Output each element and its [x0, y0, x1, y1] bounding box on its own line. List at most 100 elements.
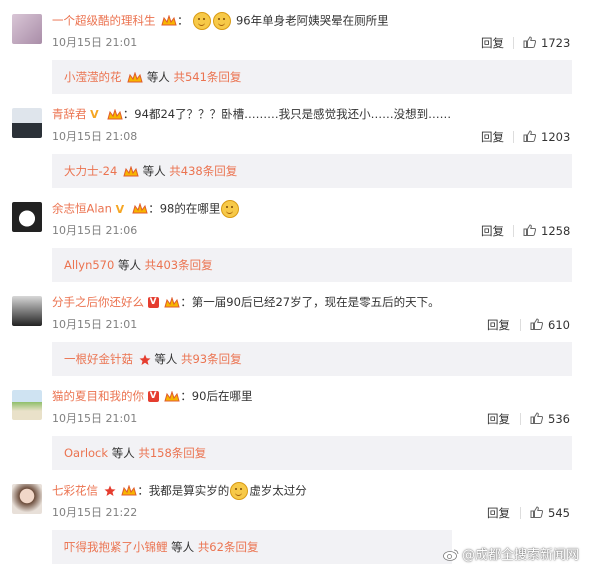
avatar[interactable] [12, 484, 42, 514]
like-button[interactable]: 1203 [513, 130, 570, 144]
vip-crown-icon [127, 71, 143, 82]
comment-header: 余志恒Alan V ：98的在哪里 [52, 200, 240, 218]
thumbs-up-icon [530, 318, 543, 330]
like-count: 610 [548, 318, 570, 332]
reply-summary[interactable]: 吓得我抱紧了小锦鲤 等人 共62条回复 [52, 530, 452, 564]
comment-header: 七彩花信 ：我都是算实岁的 虚岁太过分 [52, 482, 307, 500]
reply-user[interactable]: 一根好金针菇 [64, 352, 133, 366]
reply-count-link[interactable]: 共541条回复 [173, 70, 241, 84]
reply-button[interactable]: 回复 [481, 224, 504, 238]
comment-time: 10月15日 21:01 [52, 36, 138, 49]
like-button[interactable]: 1258 [513, 224, 570, 238]
reply-user[interactable]: Oarlock [64, 446, 108, 460]
reply-button[interactable]: 回复 [487, 506, 510, 520]
username[interactable]: 青辞君 [52, 107, 87, 121]
avatar[interactable] [12, 14, 42, 44]
reply-mid: 等人 [154, 352, 178, 366]
avatar[interactable] [12, 108, 42, 138]
comment-header: 青辞君 V ：94都24了？？？卧槽………我只是感觉我还小……没想到…… [52, 106, 451, 122]
thumbs-up-icon [523, 224, 536, 236]
reply-mid: 等人 [142, 164, 166, 178]
comment-time: 10月15日 21:06 [52, 224, 138, 237]
smile-emoji-icon [213, 12, 232, 30]
username[interactable]: 猫的夏目和我的你 [52, 389, 144, 403]
reply-button[interactable]: 回复 [487, 318, 510, 332]
divider [520, 507, 521, 519]
laugh-cry-emoji-icon [230, 482, 249, 500]
like-button[interactable]: 610 [520, 318, 570, 332]
comment-text: ：90后在哪里 [180, 389, 253, 403]
star-icon [104, 485, 116, 496]
reply-summary[interactable]: Allyn570 等人 共403条回复 [52, 248, 572, 282]
like-count: 1723 [541, 36, 571, 50]
reply-button[interactable]: 回复 [487, 412, 510, 426]
comment-header: 一个超级酷的理科生 ： 96年单身老阿姨哭晕在厕所里 [52, 12, 389, 30]
reply-count-link[interactable]: 共438条回复 [169, 164, 237, 178]
thumbs-up-icon [523, 130, 536, 142]
like-button[interactable]: 545 [520, 506, 570, 520]
reply-mid: 等人 [111, 446, 135, 460]
comment-text: 96年单身老阿姨哭晕在厕所里 [235, 13, 389, 28]
reply-button[interactable]: 回复 [481, 130, 504, 144]
comment-time: 10月15日 21:22 [52, 506, 138, 519]
username[interactable]: 七彩花信 [52, 484, 98, 498]
verified-v-icon: V [115, 202, 125, 216]
avatar[interactable] [12, 202, 42, 232]
comment-header: 猫的夏目和我的你 V ：90后在哪里 [52, 388, 252, 404]
vip-crown-icon [123, 165, 139, 176]
reply-user[interactable]: Allyn570 [64, 258, 114, 272]
reply-button[interactable]: 回复 [481, 36, 504, 50]
comment-text: ：我都是算实岁的 [137, 483, 230, 498]
username[interactable]: 余志恒Alan [52, 202, 112, 216]
vip-crown-icon [164, 296, 180, 307]
watermark: @成都全搜索新闻网 [443, 544, 579, 563]
reply-user[interactable]: 大力士-24 [64, 164, 117, 178]
verified-v-icon: V [147, 297, 159, 308]
like-button[interactable]: 536 [520, 412, 570, 426]
thumbs-up-icon [530, 506, 543, 518]
watermark-text: @成都全搜索新闻网 [461, 548, 579, 563]
comment-text-tail: 虚岁太过分 [249, 483, 307, 498]
vip-crown-icon [161, 15, 177, 26]
reply-summary[interactable]: 小滢滢的花 等人 共541条回复 [52, 60, 572, 94]
reply-user[interactable]: 吓得我抱紧了小锦鲤 [64, 540, 168, 554]
comment-time: 10月15日 21:08 [52, 130, 138, 143]
username[interactable]: 分手之后你还好么 [52, 295, 144, 309]
reply-summary[interactable]: 大力士-24 等人 共438条回复 [52, 154, 572, 188]
reply-count-link[interactable]: 共62条回复 [198, 540, 259, 554]
reply-mid: 等人 [171, 540, 195, 554]
reply-summary[interactable]: 一根好金针菇 等人 共93条回复 [52, 342, 572, 376]
divider [513, 225, 514, 237]
comment-header: 分手之后你还好么 V ：第一届90后已经27岁了，现在是零五后的天下。 [52, 294, 440, 310]
avatar[interactable] [12, 296, 42, 326]
vip-crown-icon [164, 390, 180, 401]
smile-emoji-icon [221, 200, 240, 218]
comment-time: 10月15日 21:01 [52, 318, 138, 331]
like-count: 1203 [541, 130, 571, 144]
reply-summary[interactable]: Oarlock 等人 共158条回复 [52, 436, 572, 470]
smile-emoji-icon [193, 12, 212, 30]
verified-v-icon: V [147, 391, 159, 402]
like-button[interactable]: 1723 [513, 36, 570, 50]
divider [513, 131, 514, 143]
reply-count-link[interactable]: 共158条回复 [138, 446, 206, 460]
divider [520, 319, 521, 331]
comment-time: 10月15日 21:01 [52, 412, 138, 425]
vip-crown-icon [132, 203, 148, 214]
thumbs-up-icon [523, 36, 536, 48]
like-count: 1258 [541, 224, 571, 238]
vip-crown-icon [121, 485, 137, 496]
avatar[interactable] [12, 390, 42, 420]
star-icon [139, 354, 151, 365]
comment-text: ：94都24了？？？卧槽………我只是感觉我还小……没想到…… [122, 107, 452, 121]
reply-mid: 等人 [146, 70, 170, 84]
comment-text: ：第一届90后已经27岁了，现在是零五后的天下。 [180, 295, 440, 309]
username[interactable]: 一个超级酷的理科生 [52, 14, 156, 28]
like-count: 545 [548, 506, 570, 520]
reply-mid: 等人 [117, 258, 141, 272]
reply-user[interactable]: 小滢滢的花 [64, 70, 122, 84]
divider [513, 37, 514, 49]
reply-count-link[interactable]: 共403条回复 [145, 258, 213, 272]
comment-text: ：98的在哪里 [148, 201, 221, 216]
reply-count-link[interactable]: 共93条回复 [181, 352, 242, 366]
